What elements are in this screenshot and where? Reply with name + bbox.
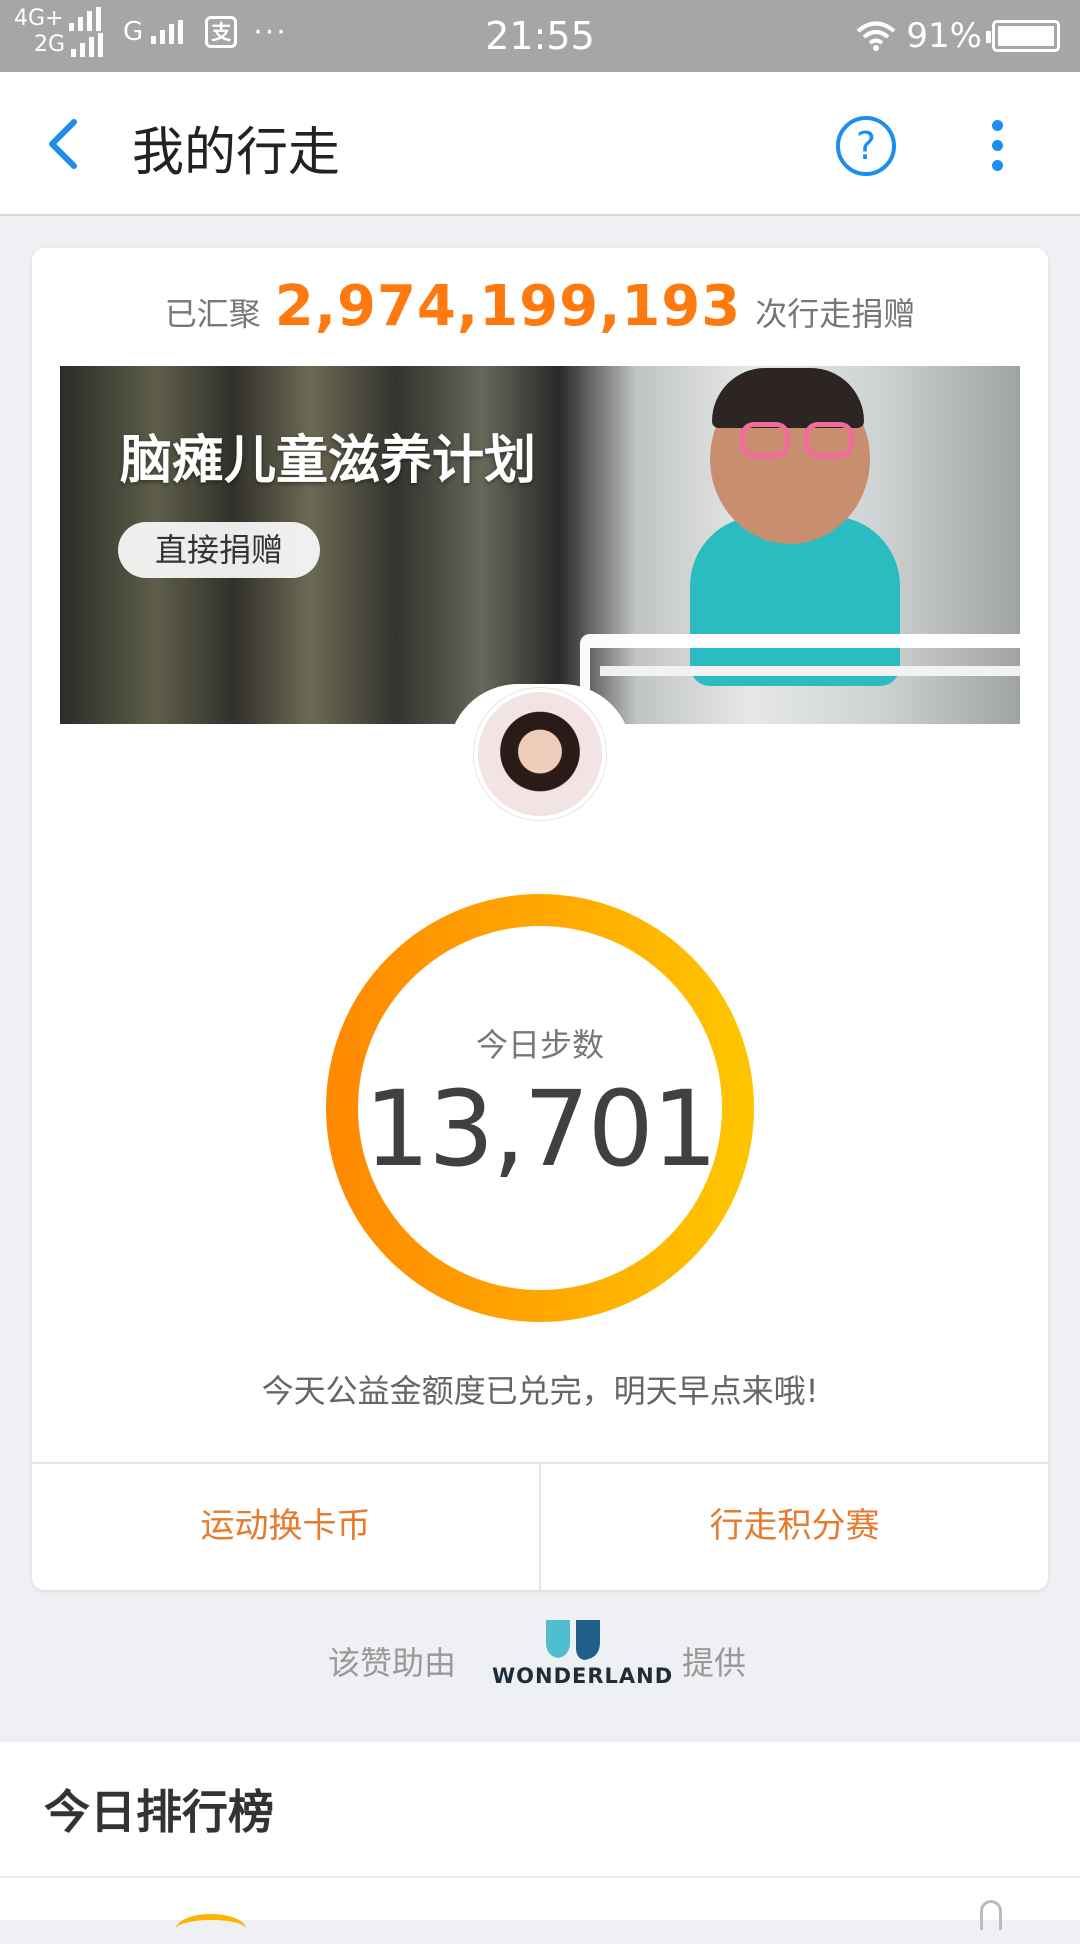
battery-percent: 91% bbox=[906, 16, 982, 56]
wifi-icon bbox=[857, 21, 896, 51]
sponsor-brand: WONDERLAND bbox=[492, 1664, 674, 1688]
help-button[interactable]: ? bbox=[836, 116, 896, 176]
page-title: 我的行走 bbox=[132, 123, 341, 183]
ranking-section: 今日排行榜 bbox=[0, 1742, 1080, 1930]
steps-label: 今日步数 bbox=[475, 1026, 604, 1064]
card-actions: 运动换卡币 行走积分赛 bbox=[32, 1462, 1048, 1590]
quota-message: 今天公益金额度已兑完，明天早点来哦! bbox=[261, 1372, 819, 1410]
status-bar: 4G+ 2G G 支 ··· 21:55 91% bbox=[0, 0, 1080, 72]
battery-icon bbox=[986, 20, 1060, 52]
wonderland-logo-icon bbox=[546, 1620, 600, 1660]
ranking-divider bbox=[0, 1876, 1080, 1878]
back-button[interactable] bbox=[40, 116, 96, 172]
sponsor-prefix: 该赞助由 bbox=[328, 1644, 457, 1682]
status-right: 91% bbox=[856, 16, 1060, 56]
sponsor-suffix: 提供 bbox=[682, 1644, 747, 1682]
sponsor-logo[interactable]: WONDERLAND bbox=[492, 1618, 674, 1688]
ranking-title: 今日排行榜 bbox=[44, 1785, 274, 1839]
total-count: 2,974,199,193 bbox=[274, 274, 742, 339]
like-icon[interactable] bbox=[980, 1900, 1002, 1930]
walking-card: 已汇聚 2,974,199,193 次行走捐赠 脑瘫儿童滋养计划 直接捐赠 今日… bbox=[32, 248, 1048, 1590]
exchange-coins-button[interactable]: 运动换卡币 bbox=[32, 1464, 539, 1590]
donation-total: 已汇聚 2,974,199,193 次行走捐赠 bbox=[32, 274, 1048, 339]
points-race-button[interactable]: 行走积分赛 bbox=[539, 1464, 1048, 1590]
app-bar: 我的行走 ? bbox=[0, 72, 1080, 216]
rank-medal-icon bbox=[176, 1914, 246, 1944]
charity-banner[interactable]: 脑瘫儿童滋养计划 直接捐赠 bbox=[60, 366, 1020, 724]
user-avatar[interactable] bbox=[474, 688, 606, 820]
sponsor-line: 该赞助由 WONDERLAND 提供 bbox=[0, 1618, 1080, 1698]
steps-ring: 今日步数 13,701 bbox=[324, 892, 756, 1324]
total-prefix: 已汇聚 bbox=[164, 295, 261, 333]
banner-title: 脑瘫儿童滋养计划 bbox=[120, 431, 537, 491]
more-options-button[interactable] bbox=[980, 116, 1014, 176]
total-suffix: 次行走捐赠 bbox=[755, 295, 916, 333]
direct-donate-button[interactable]: 直接捐赠 bbox=[118, 522, 320, 578]
steps-value: 13,701 bbox=[364, 1068, 718, 1190]
